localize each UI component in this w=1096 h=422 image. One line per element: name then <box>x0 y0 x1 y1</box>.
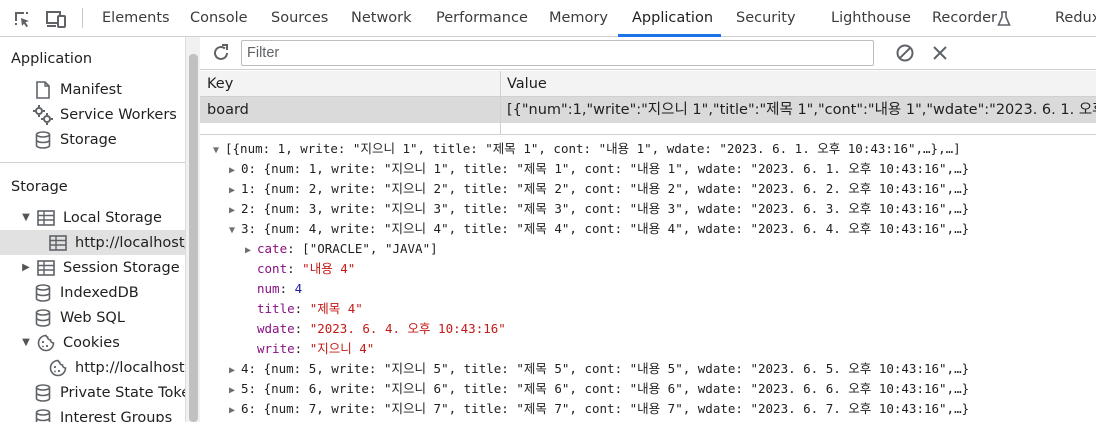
tab-elements[interactable]: Elements <box>102 0 170 37</box>
tree-prop-cate[interactable]: ▶ cate: ["ORACLE", "JAVA"] <box>245 239 438 259</box>
storage-table-header: Key Value <box>200 71 1096 97</box>
expanded-triangle-icon[interactable]: ▼ <box>20 337 32 348</box>
column-header-value[interactable]: Value <box>500 71 547 97</box>
application-sidebar: Application Manifest Service Workers Sto… <box>0 37 185 422</box>
sidebar-item-manifest[interactable]: Manifest <box>33 77 122 102</box>
value-preview-tree: ▼ [{num: 1, write: "지으니 1", title: "제목 1"… <box>200 139 1096 422</box>
database-icon <box>33 130 53 150</box>
sidebar-divider <box>0 162 185 163</box>
document-icon <box>33 80 53 100</box>
column-divider[interactable] <box>500 71 501 123</box>
row-value-cell: [{"num":1,"write":"지으니 1","title":"제목 1"… <box>507 102 1096 118</box>
tree-prop-wdate: wdate: "2023. 6. 4. 오후 10:43:16" <box>257 321 506 336</box>
sidebar-item-label: Manifest <box>60 81 122 98</box>
sidebar-item-label: Cookies <box>63 334 120 351</box>
collapsed-triangle-icon[interactable]: ▶ <box>20 262 32 273</box>
storage-toolbar <box>200 37 1096 70</box>
collapsed-triangle-icon[interactable]: ▶ <box>229 361 241 381</box>
table-grid-icon <box>36 258 56 278</box>
sidebar-item-interest-groups[interactable]: Interest Groups <box>33 405 172 422</box>
filter-input[interactable] <box>241 40 874 66</box>
tree-item-0[interactable]: ▶ 0: {num: 1, write: "지으니 1", title: "제목 … <box>229 159 969 179</box>
sidebar-section-storage: Storage <box>11 179 68 195</box>
sidebar-item-private-state-tokens[interactable]: Private State Tokens <box>33 380 185 405</box>
sidebar-item-label: Session Storage <box>63 259 180 276</box>
sidebar-scrollbar-thumb[interactable] <box>189 54 198 422</box>
database-icon <box>33 408 53 422</box>
sidebar-item-storage[interactable]: Storage <box>33 127 117 152</box>
tree-item-4[interactable]: ▶ 4: {num: 5, write: "지으니 5", title: "제목 … <box>229 359 969 379</box>
tab-lighthouse[interactable]: Lighthouse <box>831 0 911 37</box>
sidebar-item-cookies-localhost[interactable]: http://localhost <box>48 355 185 380</box>
refresh-icon[interactable] <box>210 42 232 64</box>
table-grid-icon <box>36 208 56 228</box>
tab-console[interactable]: Console <box>190 0 248 37</box>
tab-application[interactable]: Application <box>632 0 713 37</box>
tree-item-6[interactable]: ▶ 6: {num: 7, write: "지으니 7", title: "제목 … <box>229 399 969 419</box>
expanded-triangle-icon[interactable]: ▼ <box>229 221 241 241</box>
tree-item-1[interactable]: ▶ 1: {num: 2, write: "지으니 2", title: "제목 … <box>229 179 969 199</box>
table-grid-icon <box>48 233 68 253</box>
tab-memory[interactable]: Memory <box>549 0 608 37</box>
cookie-icon <box>36 333 56 353</box>
toolbar-separator <box>82 8 83 28</box>
sidebar-item-label: Web SQL <box>60 309 125 326</box>
database-icon <box>33 283 53 303</box>
sidebar-item-label: Interest Groups <box>60 409 173 422</box>
sidebar-item-label: Storage <box>60 131 117 148</box>
sidebar-item-local-storage[interactable]: ▼ Local Storage <box>20 205 162 230</box>
tree-prop-num: num: 4 <box>257 281 303 296</box>
sidebar-item-label: http://localhost/ <box>75 234 185 251</box>
tab-sources[interactable]: Sources <box>271 0 328 37</box>
tab-network[interactable]: Network <box>351 0 412 37</box>
collapsed-triangle-icon[interactable]: ▶ <box>229 181 241 201</box>
flask-icon <box>996 8 1012 30</box>
cookie-icon <box>48 358 68 378</box>
clear-all-icon[interactable] <box>894 42 916 64</box>
gears-icon <box>33 104 53 125</box>
table-row[interactable]: board [{"num":1,"write":"지으니 1","title":… <box>200 97 1096 123</box>
storage-panel: Key Value board [{"num":1,"write":"지으니 1… <box>200 37 1096 422</box>
collapsed-triangle-icon[interactable]: ▶ <box>229 161 241 181</box>
device-toolbar-icon[interactable] <box>45 8 67 30</box>
tree-prop-write: write: "지으니 4" <box>257 341 375 356</box>
sidebar-item-label: Service Workers <box>60 106 177 123</box>
tree-prop-title: title: "제목 4" <box>257 301 363 316</box>
collapsed-triangle-icon[interactable]: ▶ <box>245 241 257 261</box>
sidebar-item-indexeddb[interactable]: IndexedDB <box>33 280 139 305</box>
sidebar-item-cookies[interactable]: ▼ Cookies <box>20 330 120 355</box>
collapsed-triangle-icon[interactable]: ▶ <box>229 201 241 221</box>
expanded-triangle-icon[interactable]: ▼ <box>213 141 225 161</box>
inspect-element-icon[interactable] <box>11 8 33 30</box>
collapsed-triangle-icon[interactable]: ▶ <box>229 401 241 421</box>
delete-selected-icon[interactable] <box>929 42 951 64</box>
sidebar-item-label: Private State Tokens <box>60 384 185 401</box>
sidebar-item-label: IndexedDB <box>60 284 139 301</box>
sidebar-item-local-storage-localhost[interactable]: http://localhost/ <box>48 230 185 255</box>
sidebar-item-label: http://localhost <box>75 359 185 376</box>
tree-prop-cont: cont: "내용 4" <box>257 261 356 276</box>
tree-root[interactable]: ▼ [{num: 1, write: "지으니 1", title: "제목 1"… <box>213 139 961 159</box>
tab-redux[interactable]: Redux <box>1055 0 1096 37</box>
tab-security[interactable]: Security <box>736 0 796 37</box>
row-key-cell: board <box>207 102 249 118</box>
sidebar-item-label: Local Storage <box>63 209 162 226</box>
sidebar-item-service-workers[interactable]: Service Workers <box>33 102 177 127</box>
sidebar-scrollbar[interactable] <box>185 37 200 422</box>
database-icon <box>33 308 53 328</box>
database-icon <box>33 383 53 403</box>
column-header-key[interactable]: Key <box>200 71 233 97</box>
tree-item-2[interactable]: ▶ 2: {num: 3, write: "지으니 3", title: "제목 … <box>229 199 969 219</box>
sidebar-item-session-storage[interactable]: ▶ Session Storage <box>20 255 180 280</box>
tree-item-3[interactable]: ▼ 3: {num: 4, write: "지으니 4", title: "제목 … <box>229 219 969 239</box>
table-empty-area <box>200 123 1096 135</box>
tab-performance[interactable]: Performance <box>436 0 528 37</box>
tree-item-5[interactable]: ▶ 5: {num: 6, write: "지으니 6", title: "제목 … <box>229 379 969 399</box>
devtools-tab-bar: Elements Console Sources Network Perform… <box>0 0 1096 37</box>
expanded-triangle-icon[interactable]: ▼ <box>20 212 32 223</box>
tab-recorder[interactable]: Recorder <box>932 0 997 37</box>
sidebar-item-websql[interactable]: Web SQL <box>33 305 125 330</box>
collapsed-triangle-icon[interactable]: ▶ <box>229 381 241 401</box>
sidebar-section-application: Application <box>11 51 93 67</box>
